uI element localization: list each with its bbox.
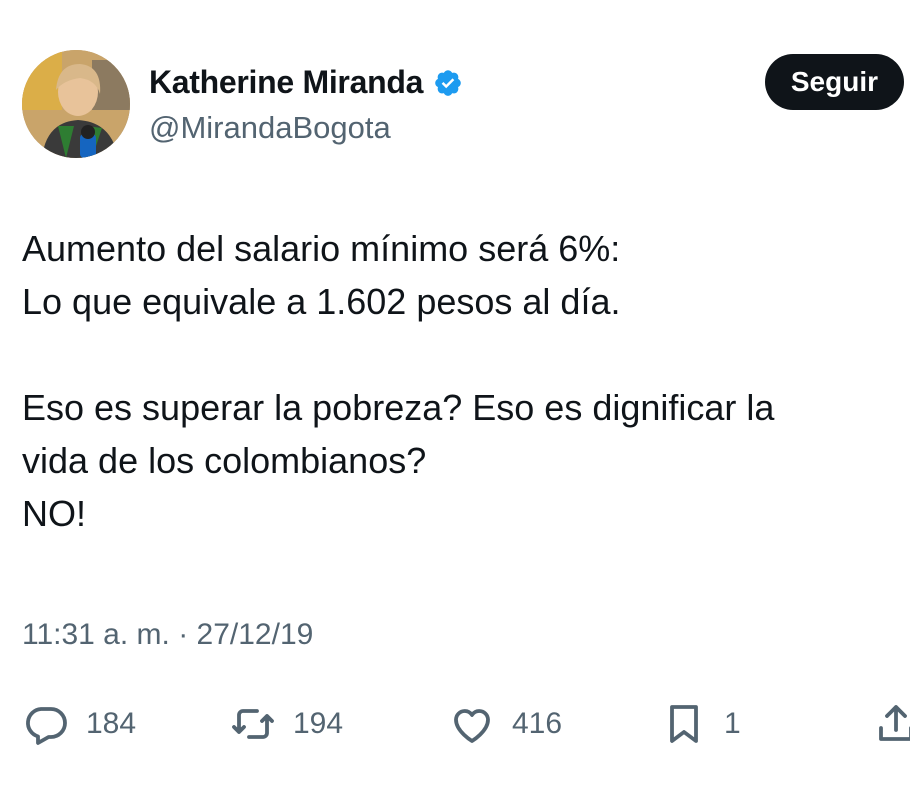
retweet-button[interactable]: 194 xyxy=(229,694,343,754)
retweet-count: 194 xyxy=(293,707,344,740)
avatar[interactable] xyxy=(22,50,130,158)
author-display-name[interactable]: Katherine Miranda xyxy=(149,64,423,101)
tweet-text-line: Aumento del salario mínimo será 6%: xyxy=(22,228,621,269)
share-upload-icon xyxy=(872,700,910,748)
tweet-text-line xyxy=(22,328,892,381)
author-name-row: Katherine Miranda xyxy=(149,64,463,101)
tweet-text: Aumento del salario mínimo será 6%: Lo q… xyxy=(22,222,892,540)
tweet-date[interactable]: 27/12/19 xyxy=(197,618,314,651)
verified-badge-icon xyxy=(433,68,463,98)
retweet-arrows-icon xyxy=(229,700,277,748)
tweet-text-line: Eso es superar la pobreza? Eso es dignif… xyxy=(22,387,775,428)
follow-button[interactable]: Seguir xyxy=(764,54,904,110)
author-handle[interactable]: @MirandaBogota xyxy=(149,110,391,146)
tweet-text-line: Lo que equivale a 1.602 pesos al día. xyxy=(22,281,621,322)
reply-button[interactable]: 184 xyxy=(22,694,136,754)
reply-count: 184 xyxy=(86,707,137,740)
tweet-action-bar: 184 194 416 1 xyxy=(22,694,910,754)
tweet-text-line: vida de los colombianos? xyxy=(22,440,427,481)
heart-icon xyxy=(448,700,496,748)
tweet-time[interactable]: 11:31 a. m. xyxy=(22,618,170,651)
tweet-text-line: NO! xyxy=(22,493,87,534)
bookmark-button[interactable]: 1 xyxy=(660,694,741,754)
timestamp-separator: · xyxy=(169,618,197,651)
share-button[interactable] xyxy=(872,694,910,754)
bookmark-icon xyxy=(660,700,708,748)
bookmark-count: 1 xyxy=(724,707,741,740)
tweet-timestamp: 11:31 a. m. · 27/12/19 xyxy=(22,618,313,652)
like-button[interactable]: 416 xyxy=(448,694,562,754)
speech-bubble-icon xyxy=(22,700,70,748)
like-count: 416 xyxy=(512,707,563,740)
tweet-header: Katherine Miranda @MirandaBogota Seguir xyxy=(22,50,904,160)
avatar-photo xyxy=(22,50,130,158)
